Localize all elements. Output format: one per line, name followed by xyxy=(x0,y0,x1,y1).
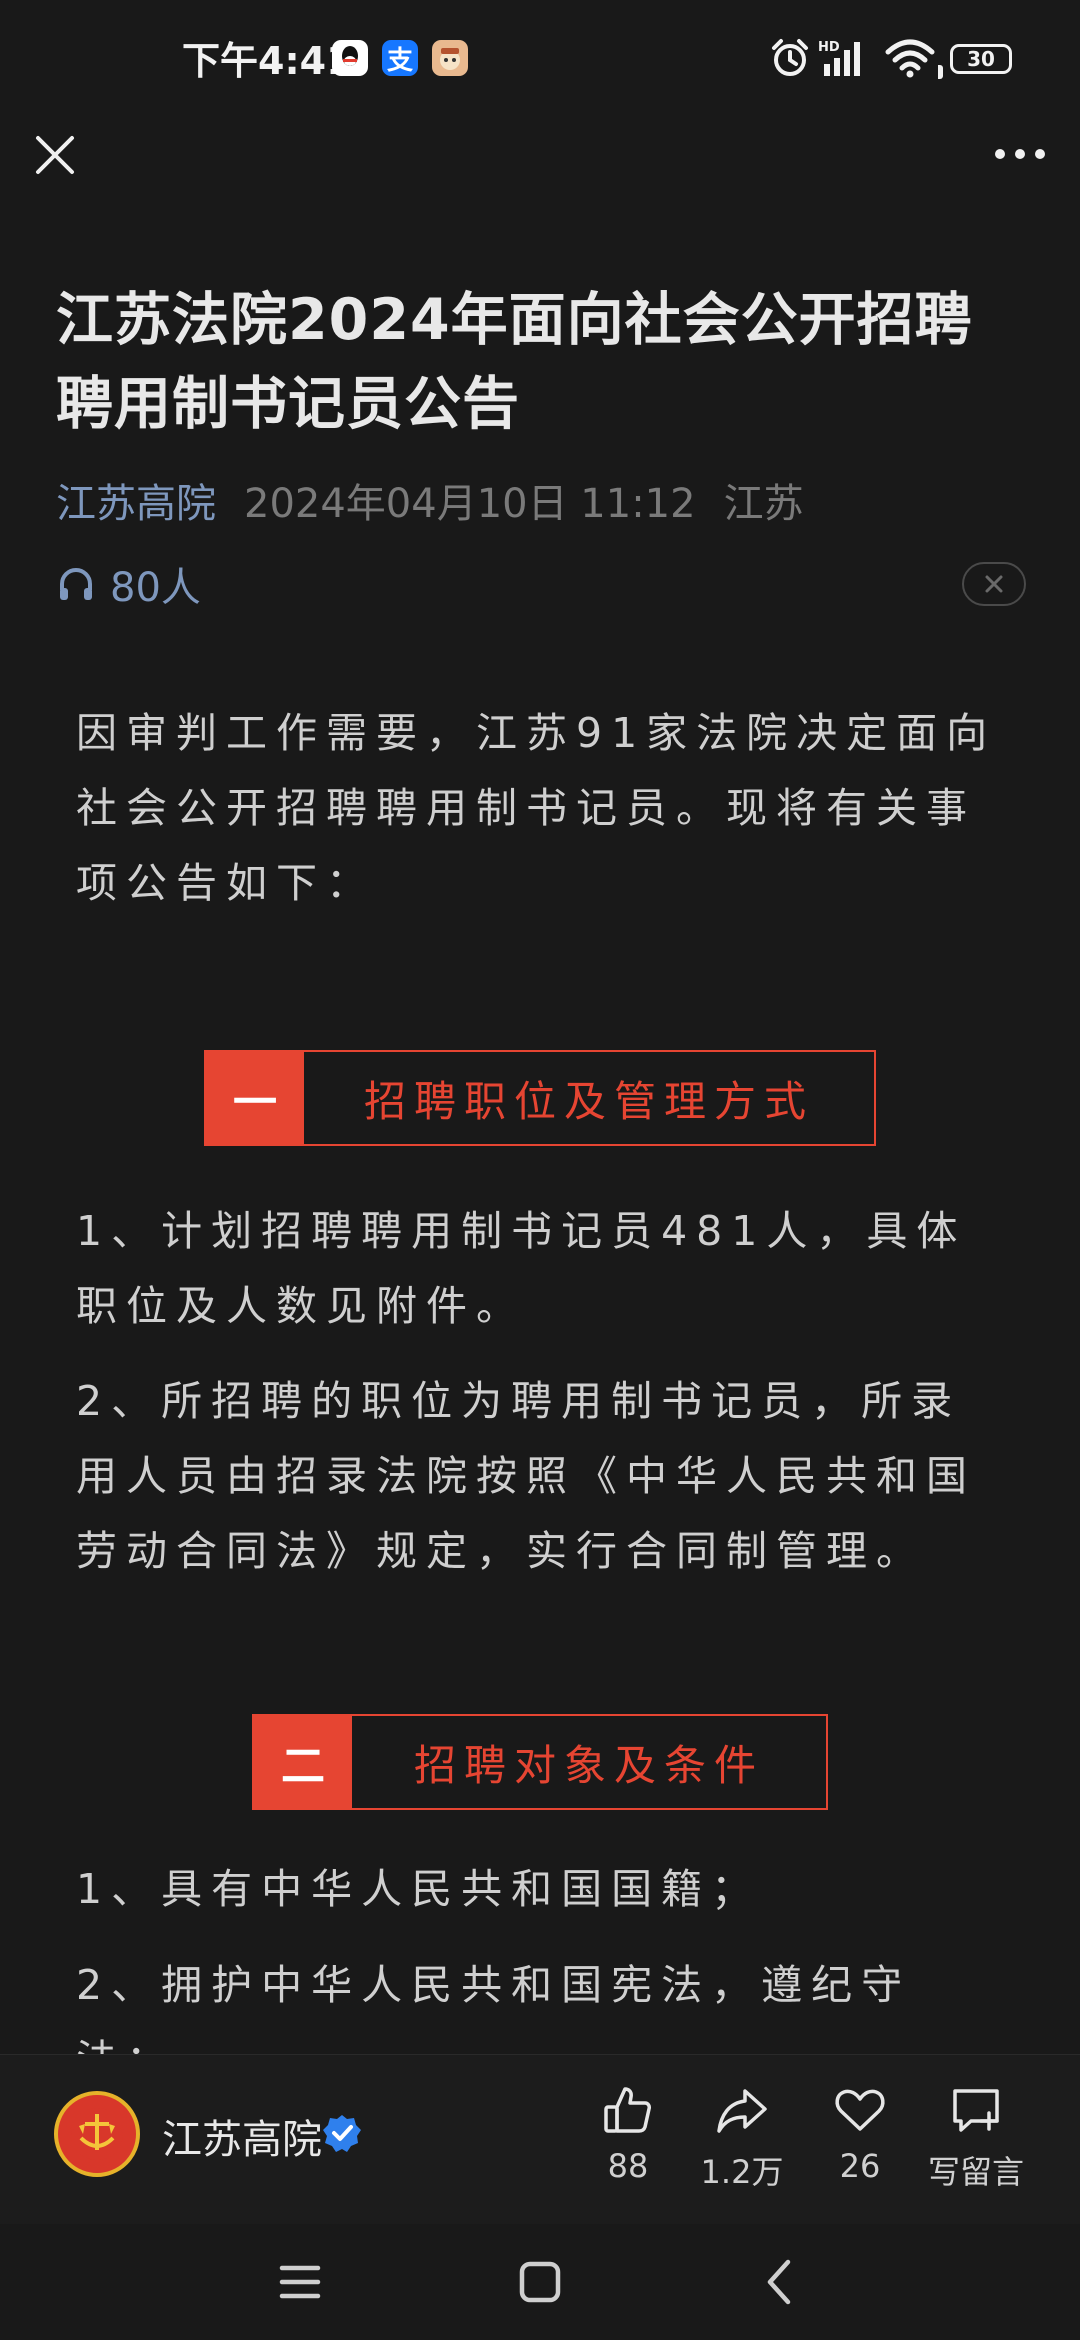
network-label: HD xyxy=(818,40,840,55)
author-avatar[interactable] xyxy=(54,2091,140,2177)
battery-icon: 30 xyxy=(938,44,1012,79)
wifi-icon xyxy=(885,39,935,78)
author-link[interactable]: 江苏高院 xyxy=(56,474,216,534)
listener-count: 80人 xyxy=(110,565,201,611)
top-nav xyxy=(0,120,1080,190)
favorite-button[interactable]: 26 xyxy=(800,2083,920,2203)
section-1-item-2: 2、所招聘的职位为聘用制书记员，所录用人员由招录法院按照《中华人民共和国劳动合同… xyxy=(76,1377,976,1575)
section-number: 一 xyxy=(206,1052,304,1144)
publish-datetime: 2024年04月10日 11:12 xyxy=(244,481,696,527)
alarm-icon xyxy=(772,39,808,76)
headphone-icon xyxy=(60,568,92,600)
like-button[interactable]: 88 xyxy=(568,2083,688,2203)
court-emblem-icon xyxy=(71,2108,123,2160)
qq-icon xyxy=(332,40,368,76)
article-action-bar: 江苏高院 88 1.2万 26 写留言 xyxy=(0,2054,1080,2225)
section-1-item-1: 1、计划招聘聘用制书记员481人，具体职位及人数见附件。 xyxy=(76,1207,967,1330)
back-icon[interactable] xyxy=(750,2252,810,2312)
heart-icon xyxy=(835,2089,885,2131)
author-name[interactable]: 江苏高院 xyxy=(162,2107,322,2165)
more-icon[interactable] xyxy=(990,134,1050,174)
listen-button[interactable]: 80人 xyxy=(56,556,201,612)
section-header-2: 二 招聘对象及条件 xyxy=(252,1714,828,1810)
system-navigation-bar xyxy=(0,2224,1080,2340)
comment-button[interactable]: 写留言 xyxy=(916,2083,1036,2203)
comment-add-icon xyxy=(953,2089,999,2132)
section-title: 招聘职位及管理方式 xyxy=(363,1076,814,1126)
favorite-count: 26 xyxy=(839,2147,881,2185)
section-title: 招聘对象及条件 xyxy=(413,1740,764,1790)
close-small-icon xyxy=(985,575,1003,593)
share-arrow-icon xyxy=(717,2089,767,2133)
home-icon[interactable] xyxy=(510,2252,570,2312)
dismiss-listen-button[interactable] xyxy=(962,562,1026,606)
menu-icon[interactable] xyxy=(270,2252,330,2312)
share-count: 1.2万 xyxy=(700,2153,784,2191)
status-bar: 下午4:41 支 HD 30 xyxy=(0,0,1080,120)
verified-icon xyxy=(323,2115,361,2152)
like-count: 88 xyxy=(607,2147,649,2185)
status-time: 下午4:41 xyxy=(182,39,353,83)
intro-paragraph: 因审判工作需要，江苏91家法院决定面向社会公开招聘聘用制书记员。现将有关事项公告… xyxy=(76,709,997,907)
article-meta: 江苏高院 2024年04月10日 11:12 江苏 xyxy=(56,474,804,534)
close-icon[interactable] xyxy=(30,130,80,180)
thumbs-up-icon xyxy=(604,2087,651,2133)
game-icon xyxy=(432,40,468,76)
alipay-icon: 支 xyxy=(382,40,418,76)
share-button[interactable]: 1.2万 xyxy=(682,2083,802,2203)
section-header-1: 一 招聘职位及管理方式 xyxy=(204,1050,876,1146)
section-2-item-1: 1、具有中华人民共和国国籍； xyxy=(76,1865,762,1913)
publish-location: 江苏 xyxy=(723,481,804,527)
comment-label: 写留言 xyxy=(927,2153,1024,2191)
section-number: 二 xyxy=(254,1716,352,1808)
battery-level: 30 xyxy=(967,47,995,71)
signal-icon: HD xyxy=(818,40,860,76)
article-title: 江苏法院2024年面向社会公开招聘聘用制书记员公告 xyxy=(56,287,973,437)
